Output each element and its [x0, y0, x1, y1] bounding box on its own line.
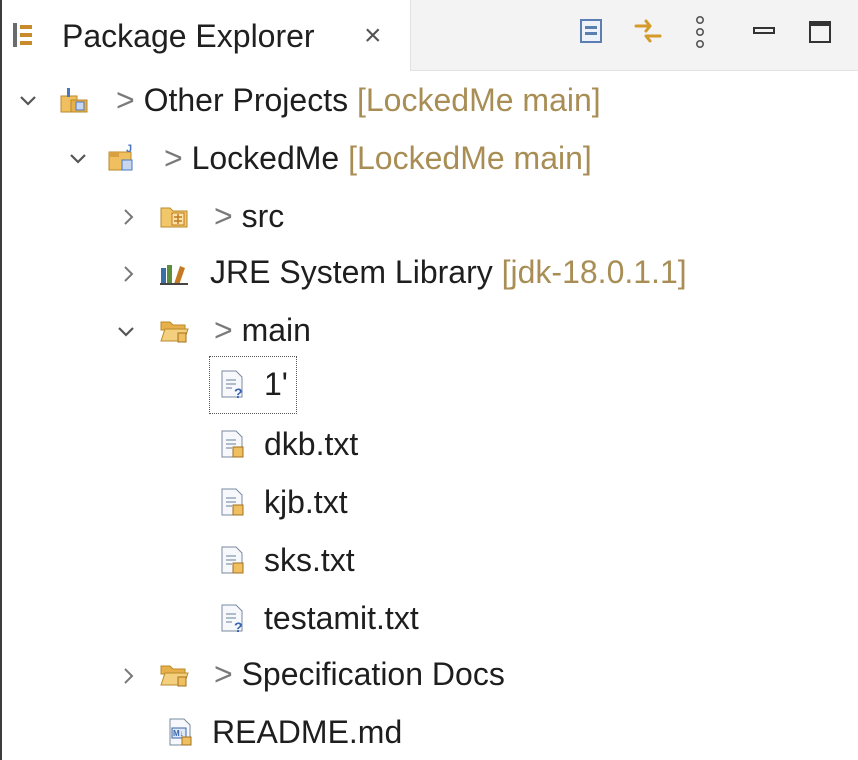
chevron-right-icon[interactable] — [116, 664, 140, 688]
maximize-icon[interactable] — [802, 12, 838, 52]
java-project-icon: J — [108, 143, 133, 171]
tree-node-label: 1' — [264, 366, 288, 402]
tree-node-prefix: > — [214, 312, 233, 348]
tree-node-prefix: > — [164, 140, 183, 176]
view-menu-icon[interactable] — [688, 12, 712, 52]
chevron-down-icon[interactable] — [114, 320, 138, 344]
tree-node-label: sks.txt — [264, 542, 355, 578]
markdown-file-icon: M↓ — [169, 718, 192, 746]
svg-text:?: ? — [234, 385, 243, 400]
link-with-editor-icon[interactable] — [630, 12, 666, 52]
tree-node-label: README.md — [212, 714, 403, 750]
view-title: Package Explorer — [62, 18, 315, 54]
tree-node-prefix: > — [214, 198, 233, 234]
tree-node-label: kjb.txt — [264, 484, 348, 520]
source-folder-icon — [160, 207, 188, 228]
package-explorer-icon — [13, 23, 32, 47]
left-border — [0, 0, 2, 760]
tree-node-prefix: > — [116, 82, 135, 118]
tree-node-prefix: > — [214, 656, 233, 692]
git-branch-decoration: [LockedMe main] — [348, 140, 592, 176]
jdk-version-decoration: [jdk-18.0.1.1] — [501, 254, 687, 290]
tree-node-label: main — [241, 312, 311, 348]
text-file-icon — [221, 488, 244, 516]
tree-node-label: testamit.txt — [264, 600, 419, 636]
folder-open-icon — [160, 665, 189, 687]
collapse-all-icon[interactable] — [574, 12, 610, 52]
tree-node-label: dkb.txt — [264, 426, 359, 462]
tree-node-label: src — [241, 198, 285, 234]
svg-text:J: J — [126, 143, 132, 155]
folder-open-icon — [160, 321, 189, 343]
chevron-right-icon[interactable] — [116, 262, 140, 286]
chevron-right-icon[interactable] — [116, 205, 140, 229]
text-file-icon — [221, 546, 244, 574]
svg-text:?: ? — [234, 619, 243, 634]
chevron-down-icon[interactable] — [66, 147, 90, 171]
view-tab-bar: Package Explorer × — [2, 0, 858, 71]
unknown-file-icon: ? — [221, 604, 243, 634]
chevron-down-icon[interactable] — [16, 89, 40, 113]
working-set-icon — [60, 88, 88, 113]
git-branch-decoration: [LockedMe main] — [356, 82, 601, 118]
tab-package-explorer[interactable]: Package Explorer × — [2, 0, 410, 70]
tree-node-label: JRE System Library — [210, 254, 493, 290]
text-file-icon — [221, 430, 244, 458]
unknown-file-icon: ? — [221, 370, 243, 400]
library-icon — [160, 265, 188, 285]
tree-node-label: LockedMe — [191, 140, 340, 176]
tree-node-label: Other Projects — [143, 82, 349, 118]
close-icon[interactable]: × — [364, 16, 382, 56]
minimize-icon[interactable] — [746, 12, 782, 52]
tree-node-label: Specification Docs — [241, 656, 505, 692]
